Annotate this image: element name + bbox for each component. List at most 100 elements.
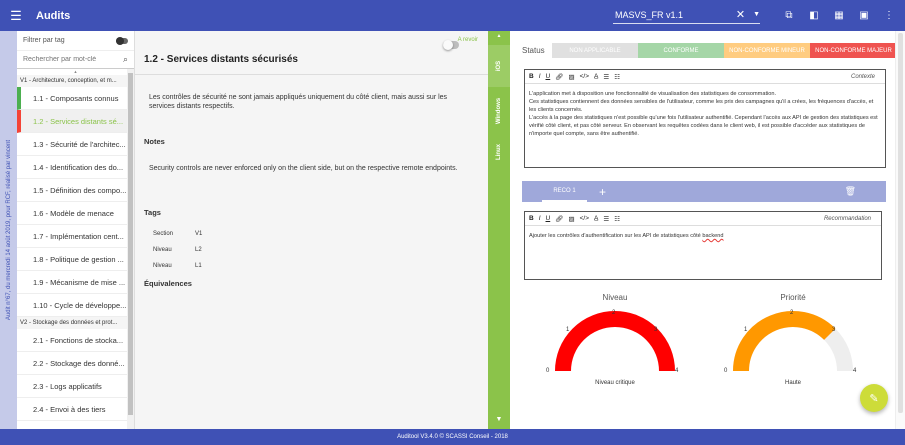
editor-toolbar: B I U 🔗︎ ▨ </> A̲ ☰ ☷ Recommandation bbox=[525, 212, 881, 226]
bullet-list-icon[interactable]: ☷ bbox=[614, 73, 620, 81]
recommendation-editor: B I U 🔗︎ ▨ </> A̲ ☰ ☷ Recommandation Ajo… bbox=[524, 211, 882, 280]
section-header[interactable]: V2 - Stockage des données et prot... bbox=[17, 317, 134, 329]
sidebar-scrollbar[interactable] bbox=[127, 69, 134, 429]
text-color-icon[interactable]: A̲ bbox=[594, 215, 598, 222]
tab-ios[interactable]: iOS bbox=[488, 45, 510, 87]
review-flag: A revoir bbox=[458, 37, 478, 43]
status-minor-noncompliance[interactable]: NON-CONFORME MINEUR bbox=[724, 43, 810, 58]
list-item[interactable]: 2.1 - Fonctions de stocka... bbox=[17, 329, 134, 352]
gauge-niveau: Niveau 0 1 2 3 4 Niveau critique bbox=[546, 293, 680, 393]
platform-tabs: ▲ iOS Windows Linux ▼ bbox=[488, 31, 510, 429]
gauge-tick-label: 0 bbox=[546, 368, 550, 374]
list-item-selected[interactable]: 1.2 - Services distants sé... bbox=[17, 110, 134, 133]
underline-icon[interactable]: U bbox=[546, 215, 551, 222]
recommendation-placeholder: Recommandation bbox=[823, 215, 871, 222]
audit-info-text: Audit n°67, du mercredi 14 août 2019, po… bbox=[5, 139, 12, 321]
right-scrollbar[interactable] bbox=[895, 31, 905, 429]
gauge-tick-label: 2 bbox=[612, 310, 616, 316]
status-selector: Status NON APPLICABLE CONFORME NON-CONFO… bbox=[522, 43, 897, 58]
tab-reco-1[interactable]: RECO 1 bbox=[542, 181, 587, 202]
list-item[interactable]: 1.7 - Implémentation cent... bbox=[17, 225, 134, 248]
link-icon[interactable]: 🔗︎ bbox=[555, 73, 563, 81]
list-item[interactable]: 1.6 - Modèle de menace bbox=[17, 202, 134, 225]
chevron-down-icon[interactable]: ▼ bbox=[753, 11, 760, 18]
gauge-priorite: Priorité 0 1 2 3 4 Haute bbox=[724, 293, 858, 393]
requirement-description: Les contrôles de sécurité ne sont jamais… bbox=[149, 94, 448, 110]
gauge-fill bbox=[733, 311, 836, 372]
image-icon[interactable]: ▨ bbox=[568, 215, 574, 223]
list-item[interactable]: 1.5 - Définition des compo... bbox=[17, 179, 134, 202]
section-header[interactable]: V1 - Architecture, conception, et m... bbox=[17, 75, 134, 87]
tag-row: Niveau L2 bbox=[153, 242, 202, 258]
table-icon[interactable]: ▦ bbox=[833, 10, 845, 22]
tab-windows[interactable]: Windows bbox=[488, 89, 510, 133]
audit-panel: Status NON APPLICABLE CONFORME NON-CONFO… bbox=[510, 31, 897, 429]
code-icon[interactable]: </> bbox=[580, 73, 589, 80]
underline-icon[interactable]: U bbox=[546, 73, 551, 80]
scroll-up-icon[interactable]: ▲ bbox=[488, 33, 510, 39]
gauge-priorite-svg bbox=[733, 311, 853, 372]
top-bar: ☰ Audits MASVS_FR v1.1 ✕ ▼ ⧉ ◧ ▦ ▣ ⋮ bbox=[0, 0, 905, 31]
copy-icon[interactable]: ⧉ bbox=[783, 10, 795, 22]
list-item[interactable]: 2.4 - Envoi à des tiers bbox=[17, 398, 134, 421]
list-item[interactable]: 1.9 - Mécanisme de mise ... bbox=[17, 271, 134, 294]
list-item[interactable]: 1.4 - Identification des do... bbox=[17, 156, 134, 179]
review-toggle[interactable] bbox=[443, 40, 459, 50]
tag-key: Niveau bbox=[153, 247, 172, 253]
context-editor: B I U 🔗︎ ▨ </> A̲ ☰ ☷ Contexte L'applica… bbox=[524, 69, 886, 168]
image-icon[interactable]: ▨ bbox=[568, 73, 574, 81]
code-icon[interactable]: </> bbox=[580, 215, 589, 222]
status-major-noncompliance[interactable]: NON-CONFORME MAJEUR bbox=[810, 43, 897, 58]
tags-table: Section V1 Niveau L2 Niveau L1 bbox=[153, 226, 202, 274]
view-icon[interactable]: ◧ bbox=[808, 10, 820, 22]
delete-icon[interactable]: 🗑︎ bbox=[845, 186, 856, 197]
comment-icon[interactable]: ▣ bbox=[858, 10, 870, 22]
status-compliant[interactable]: CONFORME bbox=[638, 43, 724, 58]
list-item[interactable]: 1.8 - Politique de gestion ... bbox=[17, 248, 134, 271]
recommendation-tabs: RECO 1 + 🗑︎ bbox=[522, 181, 886, 202]
clear-icon[interactable]: ✕ bbox=[736, 8, 745, 21]
tag-value: L2 bbox=[195, 247, 202, 253]
add-icon[interactable]: + bbox=[599, 185, 606, 199]
list-item[interactable]: 2.3 - Logs applicatifs bbox=[17, 375, 134, 398]
list-item[interactable]: 2.2 - Stockage des donné... bbox=[17, 352, 134, 375]
gauge-niveau-svg bbox=[555, 311, 675, 372]
bullet-list-icon[interactable]: ☷ bbox=[614, 215, 620, 223]
requirement-detail: A revoir 1.2 - Services distants sécuris… bbox=[135, 31, 488, 429]
footer: Auditool V3.4.0 © SCASSI Conseil - 2018 bbox=[0, 429, 905, 445]
context-text[interactable]: L'application met à disposition une fonc… bbox=[525, 84, 885, 144]
recommendation-text[interactable]: Ajouter les contrôles d'authentification… bbox=[525, 226, 881, 246]
menu-icon[interactable]: ☰ bbox=[0, 0, 32, 31]
edit-icon[interactable]: ✎ bbox=[860, 384, 888, 412]
search-input[interactable] bbox=[23, 56, 115, 63]
bold-icon[interactable]: B bbox=[529, 73, 534, 80]
requirements-list: V1 - Architecture, conception, et m... 1… bbox=[17, 75, 134, 421]
italic-icon[interactable]: I bbox=[539, 73, 541, 80]
chevron-down-icon[interactable]: ▼ bbox=[488, 416, 510, 423]
tab-linux[interactable]: Linux bbox=[488, 131, 510, 173]
app-title: Audits bbox=[36, 9, 71, 22]
list-item[interactable]: 1.1 - Composants connus bbox=[17, 87, 134, 110]
search-icon[interactable]: ⌕ bbox=[123, 54, 128, 65]
gauge-tick-label: 1 bbox=[744, 327, 748, 333]
italic-icon[interactable]: I bbox=[539, 215, 541, 222]
filter-toggle[interactable] bbox=[116, 36, 128, 45]
text-color-icon[interactable]: A̲ bbox=[594, 73, 598, 80]
ordered-list-icon[interactable]: ☰ bbox=[603, 215, 609, 223]
tag-value: V1 bbox=[195, 231, 203, 237]
tag-key: Section bbox=[153, 231, 174, 237]
tag-value: L1 bbox=[195, 263, 202, 269]
status-not-applicable[interactable]: NON APPLICABLE bbox=[552, 43, 638, 58]
version-select[interactable]: MASVS_FR v1.1 ✕ ▼ bbox=[613, 6, 760, 24]
divider bbox=[135, 74, 488, 75]
ordered-list-icon[interactable]: ☰ bbox=[603, 73, 609, 81]
gauge-tick-label: 4 bbox=[853, 368, 857, 374]
bold-icon[interactable]: B bbox=[529, 215, 534, 222]
list-item[interactable]: 1.10 - Cycle de développe... bbox=[17, 294, 134, 317]
gauge-tick-label: 2 bbox=[790, 310, 794, 316]
gauge-tick-label: 1 bbox=[566, 327, 570, 333]
more-icon[interactable]: ⋮ bbox=[883, 10, 895, 22]
list-item[interactable]: 1.3 - Sécurité de l'architec... bbox=[17, 133, 134, 156]
link-icon[interactable]: 🔗︎ bbox=[555, 215, 563, 223]
tab-windows-label: Windows bbox=[496, 97, 502, 125]
